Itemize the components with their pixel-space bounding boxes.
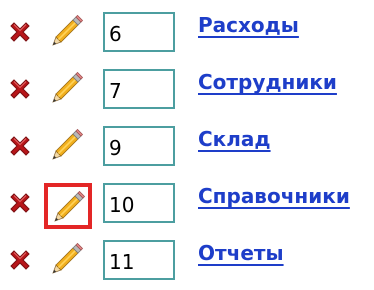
section-link[interactable]: Отчеты bbox=[198, 241, 284, 265]
edit-button[interactable] bbox=[50, 71, 84, 105]
cross-icon bbox=[7, 247, 33, 273]
sections-list: Расходы Сотрудники Склад Справочники bbox=[0, 0, 374, 280]
cross-icon bbox=[7, 133, 33, 159]
edit-button-selected[interactable] bbox=[44, 183, 92, 229]
pencil-icon bbox=[50, 14, 84, 48]
list-item: Расходы bbox=[0, 6, 374, 62]
cross-icon bbox=[7, 19, 33, 45]
delete-button[interactable] bbox=[7, 133, 33, 159]
delete-button[interactable] bbox=[7, 76, 33, 102]
edit-button[interactable] bbox=[50, 242, 84, 276]
list-item: Сотрудники bbox=[0, 63, 374, 119]
section-link[interactable]: Справочники bbox=[198, 184, 350, 208]
list-item: Отчеты bbox=[0, 234, 374, 290]
list-item: Справочники bbox=[0, 177, 374, 233]
section-link[interactable]: Расходы bbox=[198, 13, 299, 37]
delete-button[interactable] bbox=[7, 247, 33, 273]
pencil-icon bbox=[52, 190, 86, 224]
section-link[interactable]: Склад bbox=[198, 127, 271, 151]
edit-button[interactable] bbox=[50, 128, 84, 162]
delete-button[interactable] bbox=[7, 19, 33, 45]
section-link[interactable]: Сотрудники bbox=[198, 70, 337, 94]
cross-icon bbox=[7, 76, 33, 102]
pencil-icon bbox=[50, 128, 84, 162]
list-item: Склад bbox=[0, 120, 374, 176]
cross-icon bbox=[7, 190, 33, 216]
order-input[interactable] bbox=[103, 183, 175, 223]
pencil-icon bbox=[50, 71, 84, 105]
order-input[interactable] bbox=[103, 69, 175, 109]
order-input[interactable] bbox=[103, 240, 175, 280]
order-input[interactable] bbox=[103, 12, 175, 52]
pencil-icon bbox=[50, 242, 84, 276]
delete-button[interactable] bbox=[7, 190, 33, 216]
order-input[interactable] bbox=[103, 126, 175, 166]
edit-button[interactable] bbox=[50, 14, 84, 48]
